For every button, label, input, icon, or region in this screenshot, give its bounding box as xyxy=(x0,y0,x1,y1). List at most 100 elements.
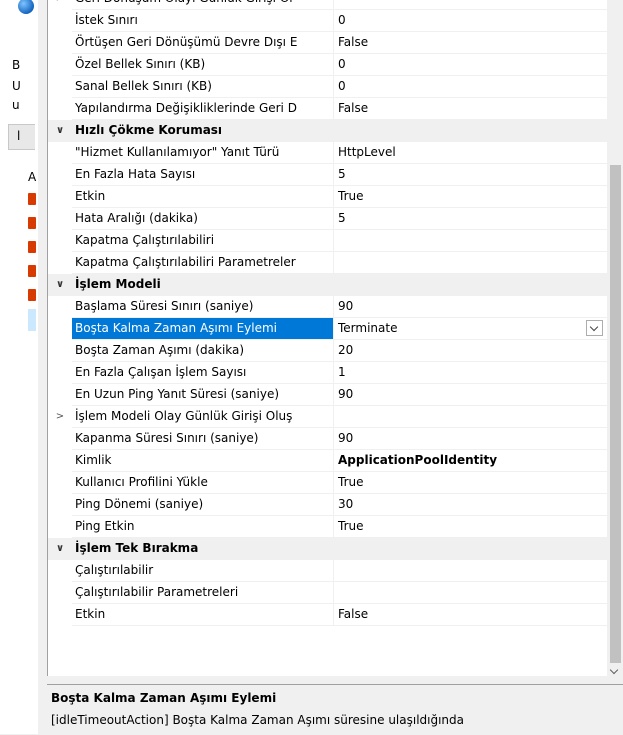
collapse-chevron-icon[interactable]: ∨ xyxy=(48,120,72,142)
property-value-text: Terminate xyxy=(338,321,398,335)
property-row[interactable]: Çalıştırılabilir xyxy=(48,560,607,582)
property-value[interactable] xyxy=(335,230,607,251)
property-row[interactable]: Çalıştırılabilir Parametreleri xyxy=(48,582,607,604)
collapse-chevron-icon[interactable]: ∨ xyxy=(48,538,72,560)
background-tab[interactable]: l xyxy=(8,124,35,150)
row-gutter xyxy=(48,98,72,120)
property-name: Hata Aralığı (dakika) xyxy=(72,208,334,229)
property-row[interactable]: Yapılandırma Değişikliklerinde Geri D Fal… xyxy=(48,98,607,120)
app-pool-icon[interactable] xyxy=(28,217,36,229)
app-pool-icon[interactable] xyxy=(28,265,36,277)
background-text: U xyxy=(12,79,21,93)
property-row[interactable]: Etkin False xyxy=(48,604,607,626)
category-label: İşlem Modeli xyxy=(75,277,161,291)
property-value[interactable]: 1 xyxy=(335,362,607,383)
property-row[interactable]: En Uzun Ping Yanıt Süresi (saniye) 90 xyxy=(48,384,607,406)
property-row[interactable]: İstek Sınırı 0 xyxy=(48,10,607,32)
property-value[interactable]: True xyxy=(335,472,607,493)
scrollbar-thumb[interactable] xyxy=(610,165,621,663)
property-value[interactable]: 90 xyxy=(335,428,607,449)
property-value-text: 90 xyxy=(338,387,354,401)
property-name: En Fazla Hata Sayısı xyxy=(72,164,334,185)
property-row[interactable]: >Geri Dönüşüm Olayı Günlük Girişi Ol xyxy=(48,0,607,10)
app-pool-icon[interactable] xyxy=(28,289,36,301)
property-row[interactable]: Kapatma Çalıştırılabiliri xyxy=(48,230,607,252)
property-name: Ping Etkin xyxy=(72,516,334,537)
advanced-settings-dialog: >Geri Dönüşüm Olayı Günlük Girişi Olİste… xyxy=(38,0,623,735)
vertical-scrollbar[interactable] xyxy=(607,0,623,676)
property-name: Geri Dönüşüm Olayı Günlük Girişi Ol xyxy=(72,0,334,9)
property-value[interactable] xyxy=(335,252,607,273)
property-row[interactable]: Hata Aralığı (dakika) 5 xyxy=(48,208,607,230)
row-gutter xyxy=(48,230,72,252)
property-row[interactable]: > İşlem Modeli Olay Günlük Girişi Oluş xyxy=(48,406,607,428)
expand-chevron-icon[interactable]: > xyxy=(48,0,72,10)
property-row[interactable]: Boşta Kalma Zaman Aşımı Eylemi Terminate xyxy=(48,318,607,340)
category-row[interactable]: ∨ Hızlı Çökme Koruması xyxy=(48,120,607,142)
property-value[interactable]: True xyxy=(335,516,607,537)
property-name: Örtüşen Geri Dönüşümü Devre Dışı E xyxy=(72,32,334,53)
property-value[interactable] xyxy=(335,406,607,427)
property-name: En Fazla Çalışan İşlem Sayısı xyxy=(72,362,334,383)
property-value[interactable]: False xyxy=(335,604,607,625)
property-name: Yapılandırma Değişikliklerinde Geri D xyxy=(72,98,334,119)
property-row[interactable]: Kimlik ApplicationPoolIdentity xyxy=(48,450,607,472)
property-value[interactable]: 5 xyxy=(335,164,607,185)
property-row[interactable]: Özel Bellek Sınırı (KB) 0 xyxy=(48,54,607,76)
property-value[interactable]: 20 xyxy=(335,340,607,361)
property-value[interactable] xyxy=(335,0,607,9)
property-row[interactable]: Etkin True xyxy=(48,186,607,208)
property-row[interactable]: Ping Dönemi (saniye) 30 xyxy=(48,494,607,516)
property-row[interactable]: Kullanıcı Profilini Yükle True xyxy=(48,472,607,494)
description-body: [idleTimeoutAction] Boşta Kalma Zaman Aş… xyxy=(51,713,465,727)
row-gutter xyxy=(48,142,72,164)
property-row[interactable]: En Fazla Çalışan İşlem Sayısı 1 xyxy=(48,362,607,384)
property-row[interactable]: Kapanma Süresi Sınırı (saniye) 90 xyxy=(48,428,607,450)
property-value[interactable]: 0 xyxy=(335,10,607,31)
background-text: A xyxy=(28,170,37,184)
property-value[interactable]: False xyxy=(335,32,607,53)
property-row[interactable]: "Hizmet Kullanılamıyor" Yanıt Türü HttpLe… xyxy=(48,142,607,164)
dropdown-arrow-icon[interactable] xyxy=(586,320,603,336)
property-row[interactable]: Ping Etkin True xyxy=(48,516,607,538)
property-value[interactable]: 0 xyxy=(335,76,607,97)
globe-icon xyxy=(18,0,34,14)
property-value[interactable]: 0 xyxy=(335,54,607,75)
property-row[interactable]: Boşta Zaman Aşımı (dakika) 20 xyxy=(48,340,607,362)
collapse-chevron-icon[interactable]: ∨ xyxy=(48,274,72,296)
property-value[interactable]: ApplicationPoolIdentity xyxy=(335,450,607,471)
property-value[interactable]: False xyxy=(335,98,607,119)
scroll-down-arrow-icon[interactable] xyxy=(609,665,619,675)
property-value[interactable]: 30 xyxy=(335,494,607,515)
property-value[interactable] xyxy=(335,560,607,581)
property-row[interactable]: Başlama Süresi Sınırı (saniye) 90 xyxy=(48,296,607,318)
app-pool-icon[interactable] xyxy=(28,193,36,205)
property-value[interactable]: 5 xyxy=(335,208,607,229)
background-text: u xyxy=(12,98,20,112)
row-gutter xyxy=(48,450,72,472)
category-row[interactable]: ∨ İşlem Modeli xyxy=(48,274,607,296)
property-name: Kapanma Süresi Sınırı (saniye) xyxy=(72,428,334,449)
category-row[interactable]: ∨ İşlem Tek Bırakma xyxy=(48,538,607,560)
property-value[interactable] xyxy=(335,582,607,603)
property-row[interactable]: Kapatma Çalıştırılabiliri Parametreler xyxy=(48,252,607,274)
property-value-text: 90 xyxy=(338,299,354,313)
property-value-text: 20 xyxy=(338,343,354,357)
app-pool-icon[interactable] xyxy=(28,241,36,253)
property-value[interactable]: HttpLevel xyxy=(335,142,607,163)
expand-chevron-icon[interactable]: > xyxy=(48,406,72,428)
property-value[interactable]: 90 xyxy=(335,384,607,405)
row-gutter xyxy=(48,560,72,582)
property-value[interactable]: 90 xyxy=(335,296,607,317)
property-row[interactable]: En Fazla Hata Sayısı 5 xyxy=(48,164,607,186)
property-row[interactable]: Sanal Bellek Sınırı (KB) 0 xyxy=(48,76,607,98)
row-gutter xyxy=(48,164,72,186)
property-name: Kapatma Çalıştırılabiliri xyxy=(72,230,334,251)
property-value-select[interactable]: Terminate xyxy=(335,318,607,339)
property-value[interactable]: True xyxy=(335,186,607,207)
property-value-text: HttpLevel xyxy=(338,145,396,159)
property-name: Başlama Süresi Sınırı (saniye) xyxy=(72,296,334,317)
property-row[interactable]: Örtüşen Geri Dönüşümü Devre Dışı E False xyxy=(48,32,607,54)
property-grid: >Geri Dönüşüm Olayı Günlük Girişi Olİste… xyxy=(47,0,623,676)
row-gutter xyxy=(48,428,72,450)
